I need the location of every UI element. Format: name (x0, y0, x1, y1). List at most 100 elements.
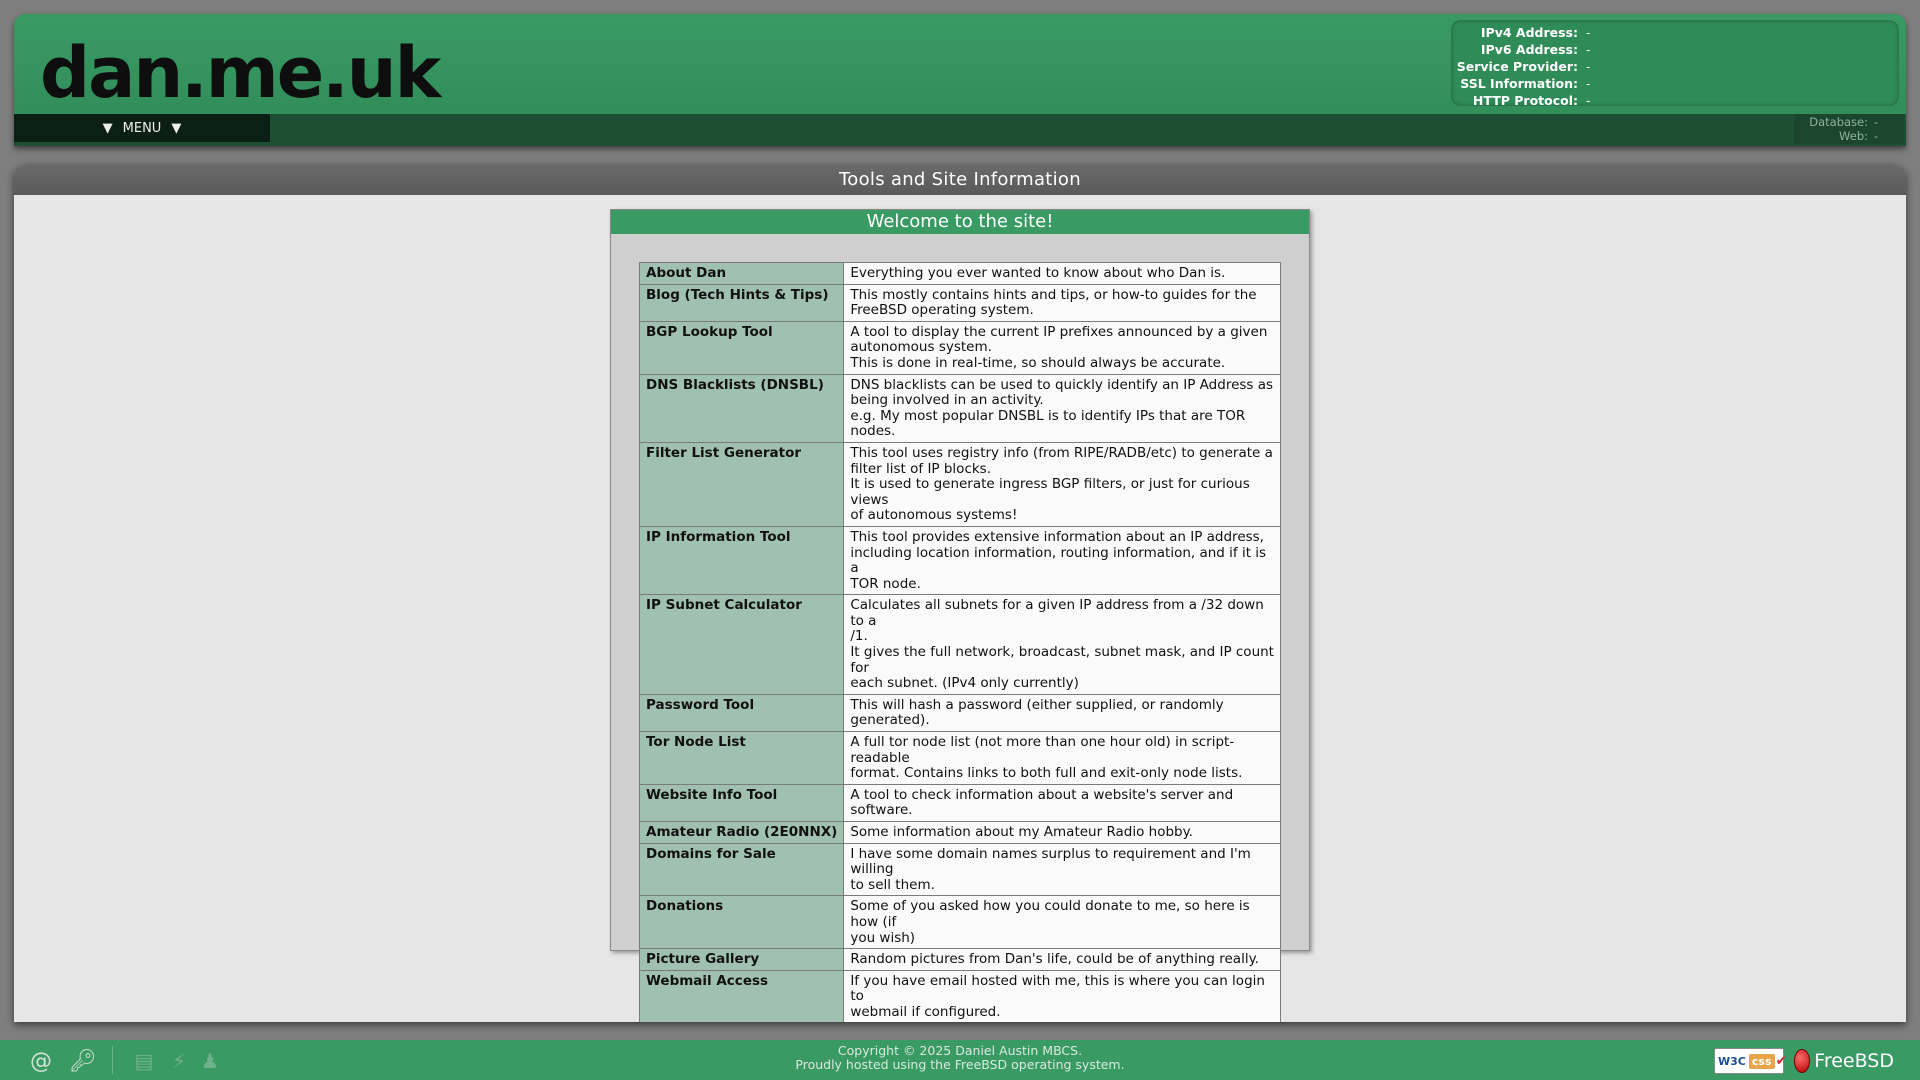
chevron-down-icon: ▼ (171, 120, 182, 136)
person-icon[interactable]: ♟ (197, 1048, 223, 1074)
tool-link[interactable]: Password Tool (638, 693, 845, 733)
description-line: Random pictures from Dan's life, could b… (850, 951, 1259, 968)
tool-description: A tool to display the current IP prefixe… (843, 320, 1281, 375)
table-row: Donations Some of you asked how you could… (638, 895, 1281, 950)
description-line: Calculates all subnets for a given IP ad… (850, 597, 1264, 629)
tools-table: About Dan Everything you ever wanted to k… (638, 262, 1281, 1022)
tool-description: I have some domain names surplus to requ… (843, 842, 1281, 897)
description-line: autonomous system. (850, 339, 992, 356)
description-line: each subnet. (IPv4 only currently) (850, 675, 1079, 692)
main-panel: Tools and Site Information Welcome to th… (14, 164, 1906, 1022)
conn-label: SSL Information: (1460, 76, 1578, 91)
server-info-value: - (1874, 129, 1879, 143)
table-row: Webmail Access If you have email hosted w… (638, 969, 1281, 1022)
description-line: Some of you asked how you could donate t… (850, 898, 1250, 930)
conn-value: - (1586, 59, 1591, 74)
tool-description: Everything you ever wanted to know about… (843, 262, 1281, 285)
conn-row-ssl: SSL Information: - (1451, 75, 1899, 92)
table-row: Tor Node List A full tor node list (not m… (638, 731, 1281, 785)
description-line: It is used to generate ingress BGP filte… (850, 476, 1250, 508)
tool-link[interactable]: Domains for Sale (638, 842, 845, 897)
table-row: DNS Blacklists (DNSBL) DNS blacklists can… (638, 373, 1281, 443)
lightning-icon[interactable]: ⚡︎ (166, 1048, 192, 1074)
site-logo[interactable]: dan.me.uk (40, 32, 441, 114)
tool-link[interactable]: Tor Node List (638, 731, 845, 785)
copyright-text: Copyright © 2025 Daniel Austin MBCS. (837, 1043, 1083, 1058)
tool-description: A full tor node list (not more than one … (843, 731, 1281, 785)
id-card-icon[interactable]: ▤ (131, 1048, 157, 1074)
tool-link[interactable]: Webmail Access (638, 969, 845, 1022)
chevron-down-icon: ▼ (102, 120, 113, 136)
tool-link[interactable]: Donations (638, 895, 845, 950)
conn-value: - (1586, 93, 1591, 108)
w3c-css-badge[interactable]: W3C css ✔ (1714, 1048, 1787, 1074)
tool-link[interactable]: BGP Lookup Tool (638, 320, 845, 375)
freebsd-logo-icon (1794, 1049, 1811, 1073)
site-footer: @ 🔑︎ ▤ ⚡︎ ♟ Copyright © 2025 Daniel Aust… (0, 1040, 1920, 1080)
tool-description: DNS blacklists can be used to quickly id… (843, 373, 1281, 443)
conn-label: Service Provider: (1456, 59, 1578, 74)
description-line: FreeBSD operating system. (850, 302, 1034, 319)
tool-link[interactable]: DNS Blacklists (DNSBL) (638, 373, 845, 443)
description-line: This tool uses registry info (from RIPE/… (850, 444, 1273, 461)
welcome-box: Welcome to the site! About Dan Everything… (610, 209, 1310, 1022)
tool-description: This will hash a password (either suppli… (843, 693, 1281, 733)
tool-link[interactable]: IP Subnet Calculator (638, 594, 845, 695)
key-icon[interactable]: 🔑︎ (69, 1048, 97, 1074)
description-line: This is done in real-time, so should alw… (850, 354, 1226, 371)
tool-description: This tool uses registry info (from RIPE/… (843, 441, 1281, 527)
table-row: BGP Lookup Tool A tool to display the cur… (638, 320, 1281, 375)
server-info-label: Database: (1809, 115, 1868, 129)
description-line: A tool to check information about a webs… (850, 786, 1234, 819)
menu-bar: ▼ MENU ▼ Database: - Web: - (14, 114, 1906, 146)
footer-text: Copyright © 2025 Daniel Austin MBCS. Pro… (760, 1044, 1160, 1072)
server-info-panel: Database: - Web: - (1794, 114, 1904, 144)
server-info-web: Web: - (1794, 129, 1904, 143)
table-row: Website Info Tool A tool to check informa… (638, 783, 1281, 823)
tool-link[interactable]: IP Information Tool (638, 525, 845, 596)
tool-description: Random pictures from Dan's life, could b… (843, 948, 1281, 971)
description-line: webmail if configured. (850, 1003, 1001, 1020)
description-line: filter list of IP blocks. (850, 460, 992, 477)
description-line: This tool provides extensive information… (850, 528, 1264, 545)
table-row: Amateur Radio (2E0NNX) Some information a… (638, 821, 1281, 844)
tool-description: A tool to check information about a webs… (843, 783, 1281, 823)
menu-button[interactable]: ▼ MENU ▼ (14, 114, 270, 142)
table-row: Domains for Sale I have some domain names… (638, 842, 1281, 897)
server-info-value: - (1874, 115, 1879, 129)
description-line: A full tor node list (not more than one … (850, 734, 1235, 766)
freebsd-label: FreeBSD (1814, 1050, 1894, 1072)
table-row: About Dan Everything you ever wanted to k… (638, 262, 1281, 285)
at-icon[interactable]: @ (28, 1048, 54, 1074)
description-line: DNS blacklists can be used to quickly id… (850, 376, 1274, 393)
tool-description: Some of you asked how you could donate t… (843, 895, 1281, 950)
table-row: Blog (Tech Hints & Tips) This mostly cont… (638, 283, 1281, 322)
menu-label: MENU (122, 120, 162, 136)
tool-link[interactable]: Filter List Generator (638, 441, 845, 527)
conn-row-http: HTTP Protocol: - (1451, 92, 1899, 109)
server-info-database: Database: - (1794, 115, 1904, 129)
tool-description: This mostly contains hints and tips, or … (843, 283, 1281, 322)
server-info-label: Web: (1839, 129, 1868, 143)
conn-row-provider: Service Provider: - (1451, 58, 1899, 75)
tool-link[interactable]: Picture Gallery (638, 948, 845, 971)
tool-link[interactable]: About Dan (638, 262, 845, 285)
description-line: This will hash a password (either suppli… (850, 696, 1224, 729)
w3c-label: W3C (1718, 1054, 1746, 1068)
tool-description: Some information about my Amateur Radio … (843, 821, 1281, 844)
conn-value: - (1586, 42, 1591, 57)
description-line: format. Contains links to both full and … (850, 765, 1243, 782)
description-line: to sell them. (850, 876, 935, 893)
table-row: IP Subnet Calculator Calculates all subne… (638, 594, 1281, 695)
hosted-text: Proudly hosted using the FreeBSD operati… (795, 1057, 1125, 1072)
description-line: e.g. My most popular DNSBL is to identif… (850, 407, 1246, 440)
table-row: Picture Gallery Random pictures from Dan'… (638, 948, 1281, 971)
description-line: If you have email hosted with me, this i… (850, 972, 1265, 1005)
tool-link[interactable]: Amateur Radio (2E0NNX) (638, 821, 845, 844)
freebsd-badge[interactable]: FreeBSD (1794, 1046, 1894, 1076)
tool-link[interactable]: Blog (Tech Hints & Tips) (638, 283, 845, 322)
table-row: Filter List Generator This tool uses regi… (638, 441, 1281, 527)
conn-label: IPv6 Address: (1480, 42, 1578, 57)
connection-info-panel: IPv4 Address: - IPv6 Address: - Service … (1451, 20, 1899, 109)
tool-link[interactable]: Website Info Tool (638, 783, 845, 823)
